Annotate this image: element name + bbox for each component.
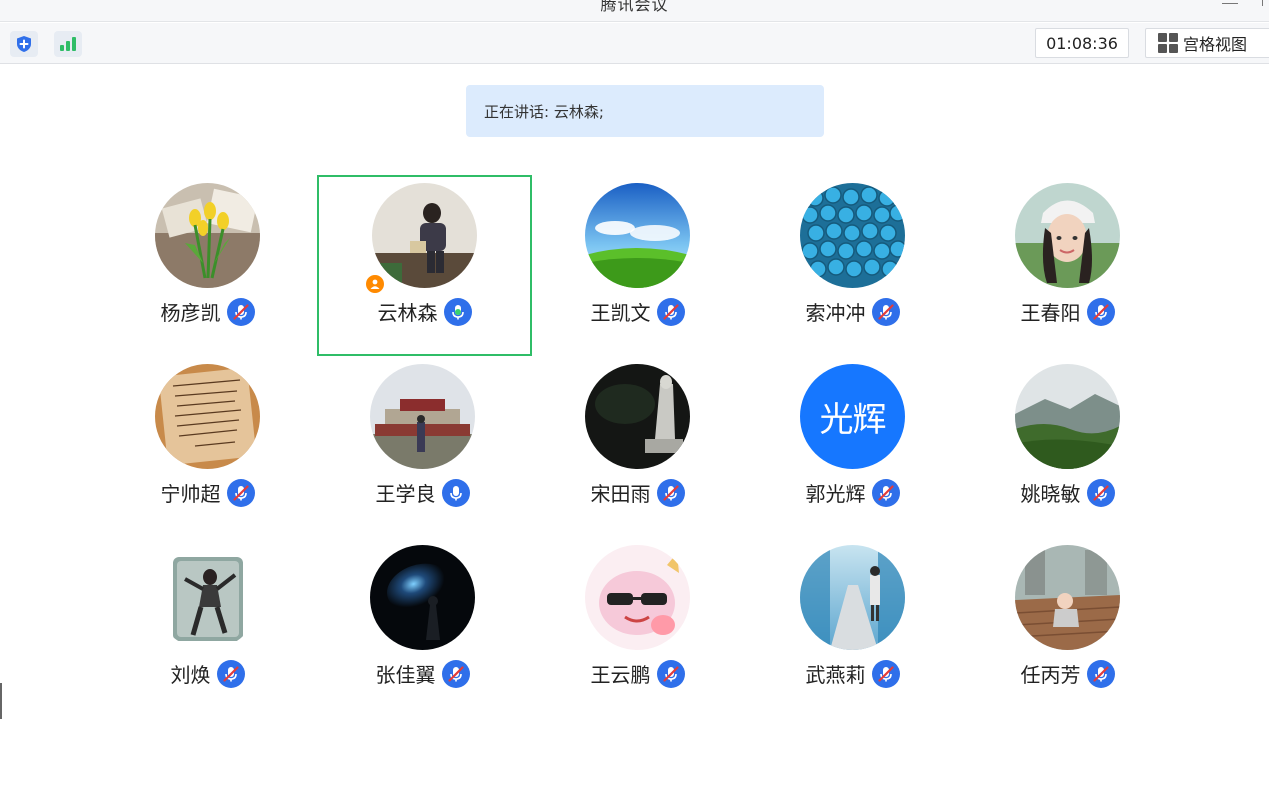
participant-name: 王云鹏 [590, 663, 651, 687]
participant-name: 王学良 [375, 482, 436, 506]
avatar-initials: 光辉 [819, 400, 887, 440]
mic-muted-icon[interactable] [656, 659, 685, 688]
minimize-button[interactable] [1222, 3, 1238, 4]
participant-tile[interactable]: 光辉郭光辉 [745, 356, 960, 537]
mic-muted-icon[interactable] [226, 297, 255, 326]
participant-name: 王凯文 [590, 301, 651, 325]
participant-name: 张佳翼 [375, 663, 436, 687]
network-signal-icon[interactable] [54, 31, 82, 57]
participant-name-row: 武燕莉 [745, 659, 960, 688]
avatar [1015, 545, 1120, 650]
title-bar: 腾讯会议 [0, 0, 1269, 22]
participant-tile[interactable]: 宁帅超 [100, 356, 315, 537]
view-label: 宫格视图 [1183, 35, 1248, 54]
speaking-banner: 正在讲话: 云林森; [466, 85, 824, 137]
participant-name: 宋田雨 [590, 482, 651, 506]
participant-name-row: 王云鹏 [530, 659, 745, 688]
participant-name-row: 刘焕 [100, 659, 315, 688]
toolbar: 01:08:36 宫格视图 [0, 23, 1269, 64]
participant-tile[interactable]: 杨彦凯 [100, 175, 315, 356]
participant-tile[interactable]: 任丙芳 [960, 537, 1175, 718]
avatar [1015, 183, 1120, 288]
mic-muted-icon[interactable] [441, 659, 470, 688]
participant-name: 宁帅超 [160, 482, 221, 506]
participant-tile[interactable]: 宋田雨 [530, 356, 745, 537]
meeting-window: 腾讯会议 01:08:36 宫格视图 正在讲话: 云林森; 杨彦凯云林森王凯 [0, 0, 1269, 803]
mic-muted-icon[interactable] [656, 478, 685, 507]
participant-tile[interactable]: 武燕莉 [745, 537, 960, 718]
avatar [1015, 364, 1120, 469]
participant-name-row: 任丙芳 [960, 659, 1175, 688]
participant-name-row: 宋田雨 [530, 478, 745, 507]
avatar [585, 183, 690, 288]
avatar [155, 364, 260, 469]
participant-tile[interactable]: 云林森 [317, 175, 532, 356]
participant-name-row: 王春阳 [960, 297, 1175, 326]
participant-tile[interactable]: 姚晓敏 [960, 356, 1175, 537]
participant-name: 刘焕 [170, 663, 211, 687]
participant-tile[interactable]: 张佳翼 [315, 537, 530, 718]
participant-tile[interactable]: 索冲冲 [745, 175, 960, 356]
participant-tile[interactable]: 王春阳 [960, 175, 1175, 356]
mic-muted-icon[interactable] [1086, 478, 1115, 507]
mic-muted-icon[interactable] [1086, 659, 1115, 688]
mic-muted-icon[interactable] [871, 297, 900, 326]
avatar [372, 183, 477, 288]
mic-muted-icon[interactable] [1086, 297, 1115, 326]
mic-muted-icon[interactable] [656, 297, 685, 326]
avatar [155, 545, 260, 650]
avatar [585, 545, 690, 650]
participant-name-row: 索冲冲 [745, 297, 960, 326]
participant-name-row: 姚晓敏 [960, 478, 1175, 507]
side-panel-handle[interactable] [0, 683, 2, 719]
avatar [800, 545, 905, 650]
avatar: 光辉 [800, 364, 905, 469]
participant-grid: 杨彦凯 云林森 王凯文 索冲冲 王春阳 宁帅超 王学良 宋田雨 光辉 郭光辉 姚晓敏 刘焕 张佳翼 王云鹏… [100, 175, 1175, 718]
avatar [800, 183, 905, 288]
mic-muted-icon[interactable] [226, 478, 255, 507]
participant-name-row: 杨彦凯 [100, 297, 315, 326]
participant-name: 任丙芳 [1020, 663, 1081, 687]
participant-tile[interactable]: 王凯文 [530, 175, 745, 356]
participant-name-row: 宁帅超 [100, 478, 315, 507]
meeting-timer: 01:08:36 [1035, 28, 1129, 58]
mic-muted-icon[interactable] [216, 659, 245, 688]
avatar [370, 545, 475, 650]
participant-name: 郭光辉 [805, 482, 866, 506]
mic-on-icon[interactable] [441, 478, 470, 507]
participant-name: 武燕莉 [805, 663, 866, 687]
avatar [155, 183, 260, 288]
participant-name-row: 郭光辉 [745, 478, 960, 507]
host-badge-icon [364, 273, 386, 295]
participant-tile[interactable]: 王学良 [315, 356, 530, 537]
gallery-view-button[interactable]: 宫格视图 [1145, 28, 1269, 58]
participant-name: 姚晓敏 [1020, 482, 1081, 506]
mic-speaking-icon[interactable] [443, 297, 472, 326]
participant-tile[interactable]: 刘焕 [100, 537, 315, 718]
participant-name: 杨彦凯 [160, 301, 221, 325]
avatar [585, 364, 690, 469]
security-shield-icon[interactable] [10, 31, 38, 57]
window-title: 腾讯会议 [600, 0, 669, 14]
participant-name: 王春阳 [1020, 301, 1081, 325]
participant-name-row: 王凯文 [530, 297, 745, 326]
participant-name-row: 云林森 [319, 297, 530, 326]
mic-muted-icon[interactable] [871, 659, 900, 688]
participant-name: 索冲冲 [805, 301, 866, 325]
participant-name-row: 张佳翼 [315, 659, 530, 688]
participant-tile[interactable]: 王云鹏 [530, 537, 745, 718]
participant-name-row: 王学良 [315, 478, 530, 507]
avatar [370, 364, 475, 469]
maximize-button[interactable] [1262, 0, 1269, 6]
mic-muted-icon[interactable] [871, 478, 900, 507]
participant-name: 云林森 [377, 301, 438, 325]
grid-view-icon [1158, 33, 1178, 53]
